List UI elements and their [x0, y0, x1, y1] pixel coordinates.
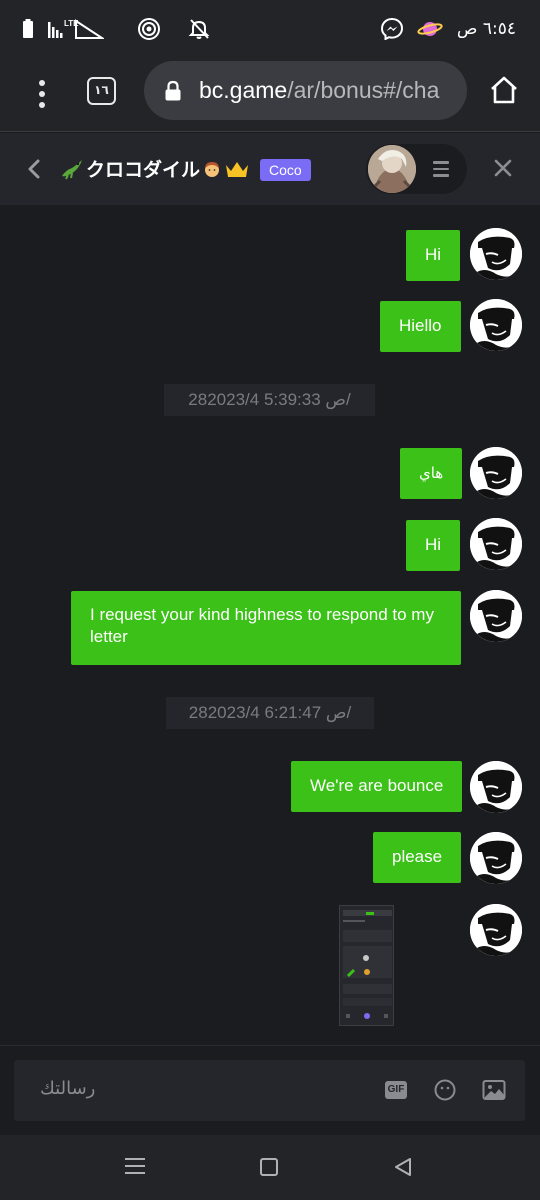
lock-icon — [165, 80, 181, 101]
close-icon[interactable] — [494, 159, 512, 177]
url-path: /ar/bonus#/cha — [287, 77, 440, 103]
url-text: bc.game/ar/bonus#/cha — [199, 77, 439, 104]
network-label: LTE — [64, 19, 79, 28]
girl-emoji-icon — [205, 161, 220, 177]
tab-switcher-button[interactable]: ١٦ — [87, 77, 116, 105]
message-list[interactable]: Hi Hiello 28ص 5:39:33 2023/4/ هاي Hi I r… — [0, 205, 540, 1045]
address-bar[interactable]: bc.game/ar/bonus#/cha — [144, 61, 467, 120]
message-bubble: Hi — [406, 520, 461, 571]
header-menu-pill[interactable] — [366, 144, 467, 194]
browser-toolbar: ١٦ bc.game/ar/bonus#/cha — [0, 60, 540, 132]
mute-icon — [188, 19, 210, 39]
message-bubble: هاي — [400, 448, 463, 499]
emoji-icon[interactable] — [434, 1079, 456, 1101]
hotspot-icon — [138, 18, 160, 40]
sender-avatar[interactable] — [470, 904, 522, 956]
image-upload-icon[interactable] — [482, 1079, 506, 1101]
chat-title: クロコダイル — [60, 155, 250, 182]
sender-avatar[interactable] — [470, 299, 522, 351]
status-time: ٦:٥٤ ص — [456, 19, 516, 39]
sender-avatar[interactable] — [470, 832, 522, 884]
chat-header: クロコダイル Coco — [0, 133, 540, 205]
crown-emoji-icon — [226, 161, 249, 177]
sender-avatar[interactable] — [470, 761, 522, 813]
overflow-menu-icon[interactable] — [30, 77, 54, 108]
home-nav-icon[interactable] — [260, 1158, 278, 1176]
sender-avatar[interactable] — [470, 518, 522, 570]
sender-avatar[interactable] — [470, 228, 522, 280]
message-bubble: Hi — [406, 230, 461, 281]
sender-avatar[interactable] — [470, 590, 522, 642]
coco-badge: Coco — [260, 159, 311, 181]
gif-icon[interactable]: GIF — [385, 1081, 407, 1099]
chat-title-text: クロコダイル — [86, 159, 201, 181]
status-bar: LTE ٦:٥٤ ص — [0, 0, 540, 60]
message-timestamp: 28ص 5:39:33 2023/4/ — [164, 384, 375, 416]
home-icon[interactable] — [489, 76, 519, 104]
recent-apps-icon[interactable] — [125, 1158, 145, 1176]
url-host: bc.game — [199, 77, 288, 103]
message-composer: رسالتك GIF — [0, 1045, 540, 1135]
saturn-app-icon — [417, 22, 443, 36]
sender-avatar[interactable] — [470, 447, 522, 499]
battery-icon — [23, 19, 33, 38]
message-input[interactable]: رسالتك GIF — [14, 1060, 525, 1121]
messenger-icon — [380, 18, 403, 40]
back-chevron-icon[interactable] — [26, 157, 42, 181]
crocodile-emoji-icon — [62, 159, 82, 179]
message-bubble: I request your kind highness to respond … — [71, 591, 461, 665]
message-timestamp: 28ص 6:21:47 2023/4/ — [166, 697, 374, 729]
message-bubble: Hiello — [380, 301, 461, 352]
back-nav-icon[interactable] — [393, 1156, 413, 1178]
image-attachment[interactable] — [339, 905, 394, 1026]
message-input-placeholder: رسالتك — [40, 1078, 96, 1099]
message-bubble: We're are bounce — [291, 761, 463, 812]
system-nav-bar — [0, 1135, 540, 1200]
hamburger-menu-icon[interactable] — [433, 161, 449, 177]
header-avatar[interactable] — [368, 145, 416, 193]
message-bubble: please — [373, 832, 462, 883]
signal-icon: LTE — [48, 19, 106, 39]
